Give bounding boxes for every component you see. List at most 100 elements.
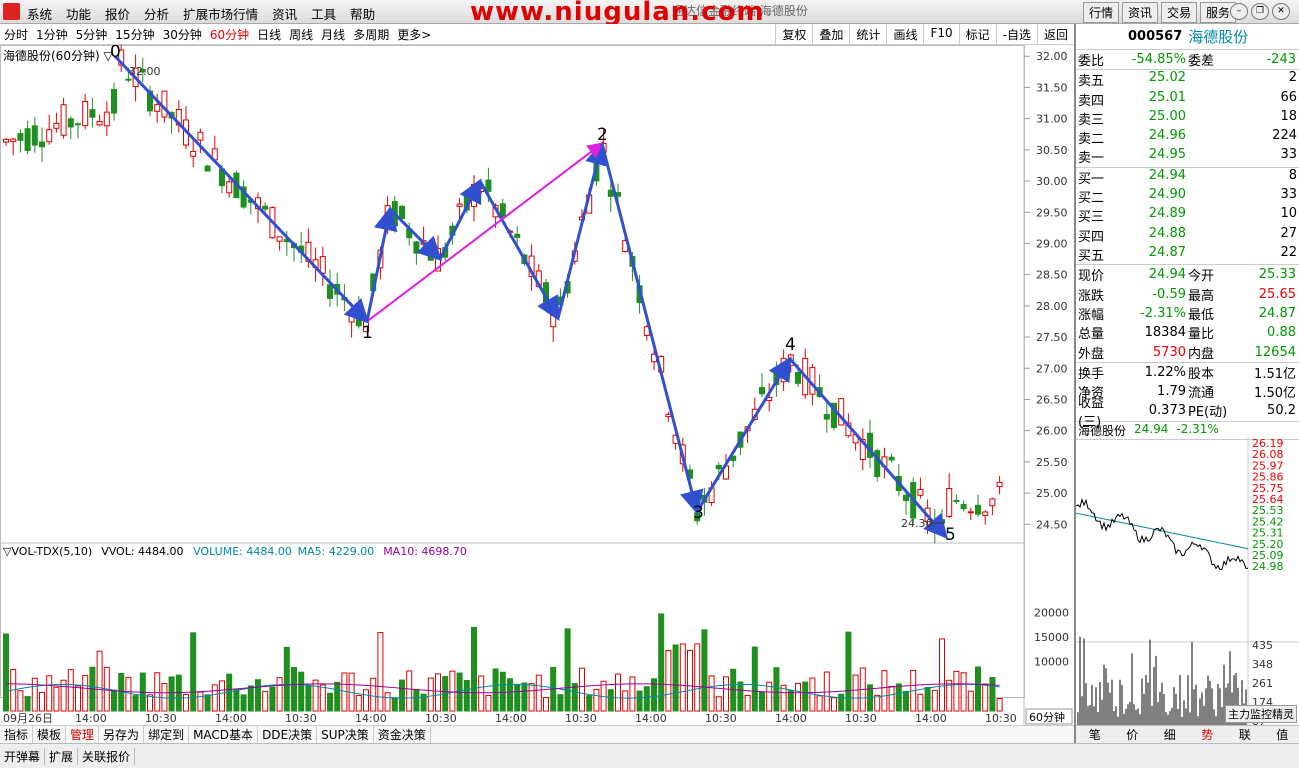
- close-icon[interactable]: ✕: [1272, 3, 1290, 20]
- wave-arrow: [695, 356, 792, 513]
- side-tab-price[interactable]: 价: [1114, 726, 1152, 743]
- menu-function[interactable]: 功能: [59, 0, 98, 24]
- volume-bar: [435, 673, 441, 712]
- side-tab-link[interactable]: 联: [1226, 726, 1264, 743]
- quote-label: 涨跌: [1078, 288, 1105, 304]
- tab-save-as[interactable]: 另存为: [99, 726, 145, 743]
- menu-news[interactable]: 资讯: [265, 0, 304, 24]
- volume-bar: [528, 683, 535, 712]
- overlay-button[interactable]: 叠加: [812, 24, 849, 45]
- restore-icon[interactable]: ❐: [1251, 3, 1269, 20]
- candle-body: [607, 189, 614, 197]
- buy-qty: 33: [1280, 187, 1297, 203]
- period-tick[interactable]: 分时: [0, 26, 32, 43]
- menu-extended-market[interactable]: 扩展市场行情: [176, 0, 265, 24]
- monitor-tip[interactable]: 主力监控精灵: [1225, 705, 1297, 723]
- stats-button[interactable]: 统计: [849, 24, 886, 45]
- volume-bar: [622, 690, 629, 712]
- tab-macd[interactable]: MACD基本: [189, 726, 259, 743]
- menu-help[interactable]: 帮助: [343, 0, 382, 24]
- price-axis-label: 29.50: [1036, 206, 1068, 219]
- side-tab-trend[interactable]: 势: [1189, 726, 1227, 743]
- mini-price-line: [1076, 497, 1249, 571]
- quote-value: 0.88: [1267, 325, 1296, 341]
- period-week[interactable]: 周线: [285, 26, 317, 43]
- quote-row: 涨跌 -0.59 最高 25.65: [1076, 285, 1299, 304]
- volume-bar: [3, 633, 9, 712]
- period-15min[interactable]: 15分钟: [111, 26, 158, 43]
- tab-dde[interactable]: DDE决策: [258, 726, 318, 743]
- trade-button[interactable]: 交易: [1161, 2, 1198, 23]
- period-day[interactable]: 日线: [253, 26, 285, 43]
- related-quote-tab[interactable]: 关联报价: [78, 747, 136, 765]
- adjust-button[interactable]: 复权: [775, 24, 812, 45]
- volume-bar: [672, 644, 679, 712]
- kline-chart[interactable]: 海德股份(60分钟) ▽ 32.00 31.50 31.00 30.50 30.00 29.…: [0, 45, 1074, 725]
- volume-bar: [795, 682, 801, 712]
- remove-favorite-button[interactable]: -自选: [995, 24, 1037, 45]
- quote-label: 最高: [1188, 288, 1215, 304]
- buy-row: 买二 24.90 33: [1076, 187, 1299, 206]
- volume-bar: [283, 646, 290, 712]
- period-1min[interactable]: 1分钟: [32, 26, 72, 43]
- volume-bar: [759, 691, 765, 712]
- buy-price: 24.89: [1148, 206, 1186, 222]
- volume-bar: [543, 697, 549, 712]
- side-tab-value[interactable]: 值: [1264, 726, 1299, 743]
- volume-bar: [571, 683, 578, 712]
- volume-bar: [924, 687, 931, 712]
- volume-bar: [535, 674, 542, 712]
- menu-quote[interactable]: 报价: [98, 0, 137, 24]
- volume-bar: [75, 685, 81, 712]
- volume-bar: [240, 694, 247, 712]
- side-tab-detail[interactable]: 细: [1151, 726, 1189, 743]
- high-price-label: 32.00: [129, 65, 161, 78]
- tab-manage[interactable]: 管理: [66, 726, 100, 743]
- menu-analysis[interactable]: 分析: [137, 0, 176, 24]
- danmaku-toggle[interactable]: 开弹幕: [0, 747, 46, 765]
- volume-bar: [399, 679, 405, 712]
- price-axis-label: 25.50: [1036, 456, 1068, 469]
- f10-button[interactable]: F10: [923, 24, 958, 45]
- time-axis-label: 14:00: [355, 712, 387, 725]
- time-axis-label: 14:00: [75, 712, 107, 725]
- mini-price-label: 24.98: [1252, 560, 1284, 573]
- period-5min[interactable]: 5分钟: [72, 26, 112, 43]
- volume-bar: [723, 676, 729, 712]
- time-axis-label: 10:30: [145, 712, 177, 725]
- candle-body: [953, 499, 960, 503]
- tab-indicator[interactable]: 指标: [0, 726, 34, 743]
- menu-system[interactable]: 系统: [20, 0, 59, 24]
- period-month[interactable]: 月线: [317, 26, 349, 43]
- quote-value: -0.59: [1152, 286, 1186, 302]
- quote-button[interactable]: 行情: [1083, 2, 1120, 23]
- chart-area[interactable]: 海德股份(60分钟) ▽ 32.00 31.50 31.00 30.50 30.00 29.…: [0, 45, 1074, 725]
- period-more[interactable]: 更多>: [393, 26, 435, 43]
- period-toolbar: 分时 1分钟 5分钟 15分钟 30分钟 60分钟 日线 周线 月线 多周期 更…: [0, 24, 1074, 45]
- tab-sup[interactable]: SUP决策: [317, 726, 374, 743]
- candle-body: [982, 511, 989, 516]
- minimize-icon[interactable]: –: [1230, 3, 1248, 20]
- finance-value: 0.373: [1148, 403, 1186, 419]
- tab-template[interactable]: 模板: [33, 726, 67, 743]
- period-30min[interactable]: 30分钟: [159, 26, 206, 43]
- menu-tools[interactable]: 工具: [304, 0, 343, 24]
- draw-button[interactable]: 画线: [886, 24, 923, 45]
- finance-label: PE(动): [1188, 405, 1228, 421]
- intraday-mini-chart[interactable]: 26.1926.0825.9725.8625.7525.6425.5325.42…: [1076, 437, 1299, 727]
- period-60min[interactable]: 60分钟: [206, 26, 253, 43]
- candle-body: [111, 88, 117, 114]
- volume-bar: [787, 690, 794, 712]
- mini-avg-line: [1076, 512, 1249, 550]
- tab-fund[interactable]: 资金决策: [374, 726, 431, 743]
- period-multi[interactable]: 多周期: [349, 26, 393, 43]
- menu-bar: 系统 功能 报价 分析 扩展市场行情 资讯 工具 帮助 通达信金融终端 海德股份…: [0, 0, 1299, 27]
- back-button[interactable]: 返回: [1036, 24, 1074, 45]
- tab-bind-to[interactable]: 绑定到: [144, 726, 190, 743]
- app-window: 系统 功能 报价 分析 扩展市场行情 资讯 工具 帮助 通达信金融终端 海德股份…: [0, 0, 1299, 768]
- mark-button[interactable]: 标记: [958, 24, 996, 45]
- extend-tab[interactable]: 扩展: [45, 747, 79, 765]
- side-tab-bi[interactable]: 笔: [1076, 726, 1114, 743]
- news-button[interactable]: 资讯: [1122, 2, 1159, 23]
- candle-body: [319, 256, 326, 274]
